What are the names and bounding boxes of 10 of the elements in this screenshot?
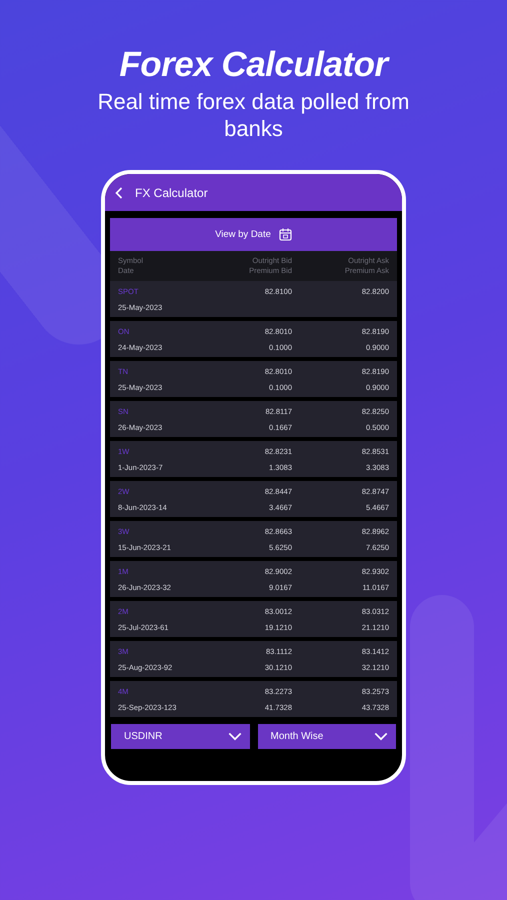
view-by-date-button[interactable]: View by Date <box>110 218 397 251</box>
headline: Forex Calculator <box>119 44 388 86</box>
dropdown[interactable]: USDINR <box>111 724 250 749</box>
screen-title: FX Calculator <box>135 186 208 200</box>
dropdown[interactable]: Month Wise <box>258 724 396 749</box>
chevron-down-icon <box>374 732 388 741</box>
chevron-down-icon <box>228 732 242 741</box>
back-icon[interactable] <box>115 186 123 198</box>
subtitle: Real time forex data polled from banks <box>96 88 410 142</box>
calendar-icon <box>278 228 292 241</box>
